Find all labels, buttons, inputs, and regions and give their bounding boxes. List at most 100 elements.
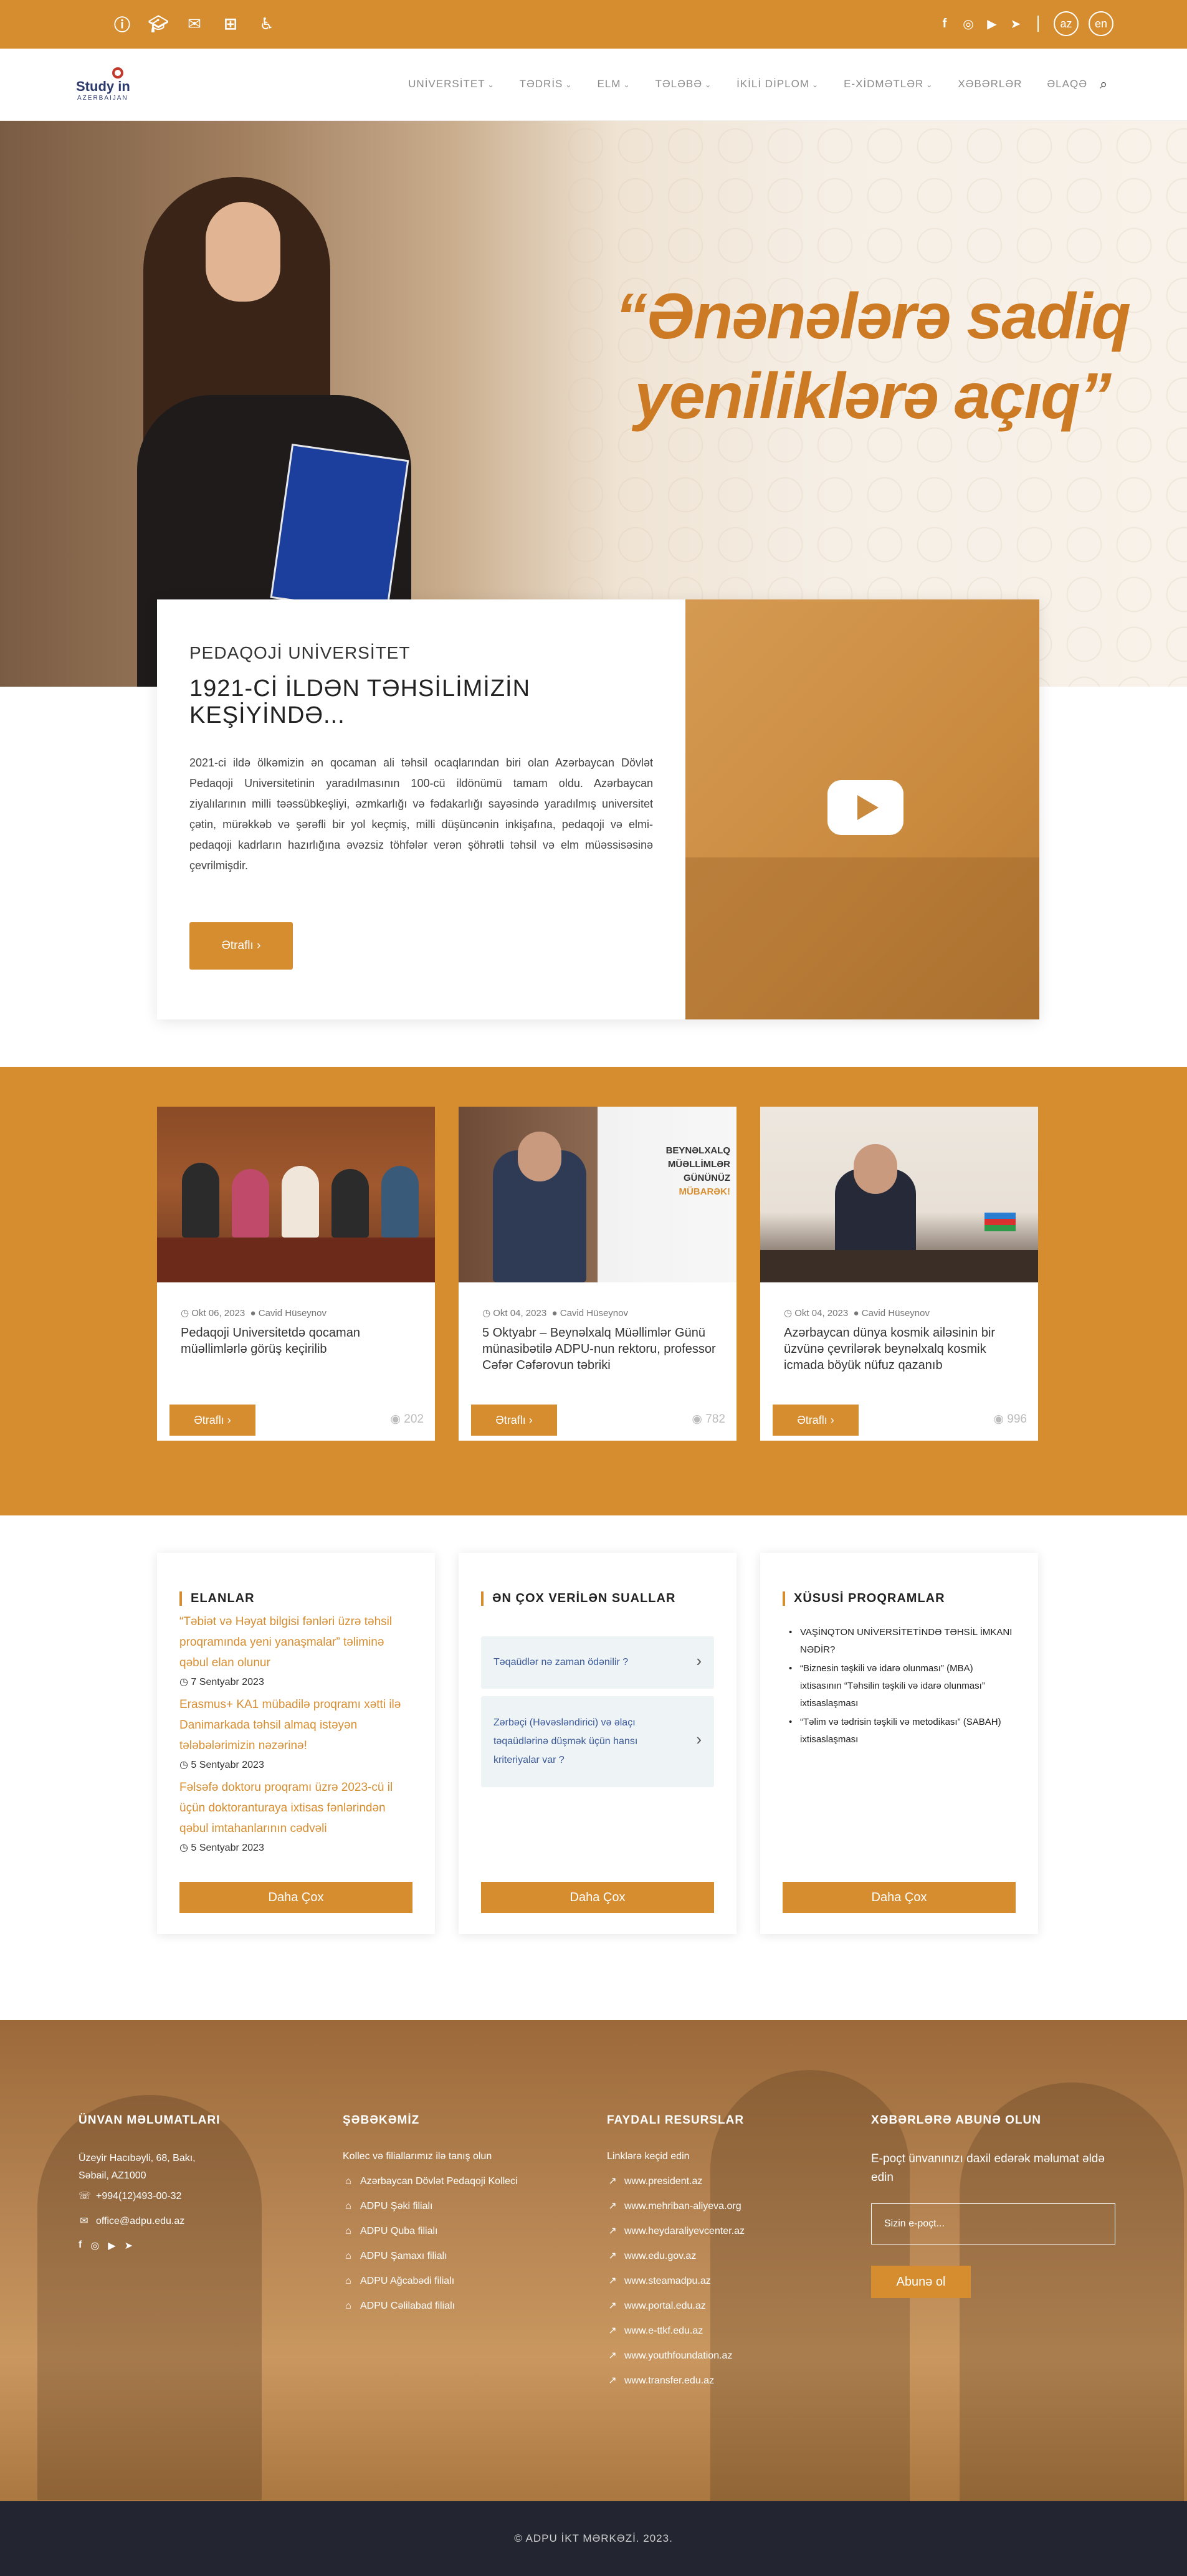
news-image-banner: BEYNƏLXALQ MÜƏLLİMLƏR GÜNÜNÜZ MÜBARƏK! — [665, 1145, 730, 1197]
network-item[interactable]: ⌂ ADPU Quba filialı — [343, 2225, 567, 2238]
nav-item-universitet[interactable]: UNİVERSİTET ⌄ — [396, 78, 507, 90]
resource-link[interactable]: ↗ www.portal.edu.az — [607, 2299, 831, 2313]
facebook-icon[interactable]: f — [79, 2240, 82, 2252]
info-icon[interactable]: ⓘ — [111, 12, 133, 35]
network-item[interactable]: ⌂ ADPU Ağcabədi filialı — [343, 2274, 567, 2288]
news-title[interactable]: Azərbaycan dünya kosmik ailəsinin bir üz… — [784, 1325, 1021, 1373]
resource-link[interactable]: ↗ www.transfer.edu.az — [607, 2374, 831, 2388]
news-card[interactable]: ◷ Okt 06, 2023 ● Cavid Hüseynov Pedaqoji… — [157, 1107, 435, 1441]
chevron-down-icon: ⌄ — [812, 80, 819, 89]
instagram-icon[interactable]: ◎ — [961, 16, 975, 32]
program-link[interactable]: “Biznesin təşkili və idarə olunması” (MB… — [783, 1660, 1016, 1712]
announcements-more-button[interactable]: Daha Çox — [179, 1882, 412, 1913]
announcement-date: ◷ 5 Sentyabr 2023 — [179, 1843, 264, 1853]
youtube-icon[interactable]: ▶ — [985, 16, 999, 32]
nav-item-label: İKİLİ DİPLOM — [737, 78, 809, 90]
resource-link[interactable]: ↗ www.heydaraliyevcenter.az — [607, 2225, 831, 2238]
news-image[interactable] — [760, 1107, 1038, 1282]
nav-item-xeberler[interactable]: XƏBƏRLƏR — [945, 78, 1034, 90]
nav-item-e-xidmetler[interactable]: E-XİDMƏTLƏR ⌄ — [831, 78, 945, 90]
telegram-icon[interactable]: ➤ — [125, 2240, 133, 2252]
news-more-button[interactable]: Ətraflı › — [773, 1405, 859, 1436]
language-az[interactable]: az — [1054, 11, 1079, 36]
news-image[interactable]: BEYNƏLXALQ MÜƏLLİMLƏR GÜNÜNÜZ MÜBARƏK! — [459, 1107, 737, 1282]
programs-more-button[interactable]: Daha Çox — [783, 1882, 1016, 1913]
facebook-icon[interactable]: f — [938, 17, 951, 31]
announcement-link[interactable]: “Təbiət və Həyat bilgisi fənləri üzrə tə… — [179, 1611, 412, 1673]
nav-item-telebe[interactable]: TƏLƏBƏ ⌄ — [643, 78, 725, 90]
chevron-down-icon: ⌄ — [926, 80, 933, 89]
announcement-link[interactable]: Fəlsəfə doktoru proqramı üzrə 2023-cü il… — [179, 1777, 412, 1839]
subscribe-email-input[interactable] — [871, 2203, 1115, 2244]
news-title[interactable]: 5 Oktyabr – Beynəlxalq Müəllimlər Günü m… — [482, 1325, 719, 1373]
resource-link[interactable]: ↗ www.steamadpu.az — [607, 2274, 831, 2288]
address-text: Üzeyir Hacıbəyli, 68, Bakı, Səbail, AZ10… — [79, 2153, 196, 2181]
resource-link[interactable]: ↗ www.mehriban-aliyeva.org — [607, 2200, 831, 2213]
youtube-icon[interactable]: ▶ — [108, 2240, 115, 2252]
university-icon: ⌂ — [345, 2176, 351, 2187]
network-item[interactable]: ⌂ Azərbaycan Dövlət Pedaqoji Kolleci — [343, 2175, 567, 2188]
network-item[interactable]: ⌂ ADPU Şamaxı filialı — [343, 2249, 567, 2263]
news-title[interactable]: Pedaqoji Universitetdə qocaman müəllimlə… — [181, 1325, 417, 1357]
resource-link[interactable]: ↗ www.youthfoundation.az — [607, 2349, 831, 2363]
network-item[interactable]: ⌂ ADPU Şəki filialı — [343, 2200, 567, 2213]
faq-more-button[interactable]: Daha Çox — [481, 1882, 714, 1913]
news-meta: ◷ Okt 06, 2023 ● Cavid Hüseynov — [181, 1307, 327, 1319]
play-icon[interactable] — [827, 780, 903, 835]
video-thumbnail[interactable] — [685, 599, 1039, 1019]
language-en[interactable]: en — [1089, 11, 1113, 36]
faq-item[interactable]: Təqaüdlər nə zaman ödənilir ? › — [481, 1636, 714, 1689]
envelope-icon[interactable]: ✉ — [183, 12, 206, 35]
search-icon[interactable]: ⌕ — [1100, 76, 1117, 92]
about-more-button[interactable]: Ətraflı › — [189, 922, 293, 970]
nav-item-label: TƏLƏBƏ — [655, 78, 703, 90]
university-icon: ⌂ — [345, 2226, 351, 2236]
nav-item-elaqe[interactable]: ƏLAQƏ — [1034, 78, 1100, 90]
nav-menu: UNİVERSİTET ⌄ TƏDRİS ⌄ ELM ⌄ TƏLƏBƏ ⌄ İKİLİ … — [396, 76, 1117, 92]
external-link-icon: ↗ — [608, 2350, 617, 2361]
nav-item-tedris[interactable]: TƏDRİS ⌄ — [507, 78, 585, 90]
resource-link[interactable]: ↗ www.edu.gov.az — [607, 2249, 831, 2263]
about-text: PEDAQOJİ UNİVERSİTET 1921-Cİ İLDƏN TƏHSİ… — [189, 643, 653, 876]
nav-item-label: ELM — [597, 78, 621, 90]
announcement-date: ◷ 7 Sentyabr 2023 — [179, 1677, 264, 1687]
email-address[interactable]: office@adpu.edu.az — [96, 2215, 184, 2228]
announcement-link[interactable]: Erasmus+ KA1 mübadilə proqramı xətti ilə… — [179, 1694, 412, 1756]
eye-icon: ◉ — [390, 1413, 401, 1426]
network-item[interactable]: ⌂ ADPU Cəlilabad filialı — [343, 2299, 567, 2313]
news-meta: ◷ Okt 04, 2023 ● Cavid Hüseynov — [482, 1307, 628, 1319]
faq-question: Zərbəçi (Həvəsləndirici) və əlaçı təqaüd… — [493, 1717, 638, 1765]
phone-number[interactable]: +994(12)493-00-32 — [96, 2190, 181, 2203]
user-icon: ● — [250, 1308, 256, 1319]
resource-link[interactable]: ↗ www.president.az — [607, 2175, 831, 2188]
faq-item[interactable]: Zərbəçi (Həvəsləndirici) və əlaçı təqaüd… — [481, 1696, 714, 1787]
accessibility-icon[interactable]: ♿︎ — [255, 12, 278, 35]
sitemap-icon[interactable]: ⊞ — [219, 12, 242, 35]
program-link[interactable]: “Təlim və tədrisin təşkili və metodikası… — [783, 1714, 1016, 1748]
subscribe-button[interactable]: Abunə ol — [871, 2266, 971, 2298]
news-more-button[interactable]: Ətraflı › — [471, 1405, 557, 1436]
nav-item-elm[interactable]: ELM ⌄ — [584, 78, 642, 90]
news-card[interactable]: BEYNƏLXALQ MÜƏLLİMLƏR GÜNÜNÜZ MÜBARƏK! ◷… — [459, 1107, 737, 1441]
subscribe-text: E-poçt ünvanınızı daxil edərək məlumat ə… — [871, 2152, 1105, 2184]
telegram-icon[interactable]: ➤ — [1009, 16, 1023, 32]
footer: ÜNVAN MƏLUMATLARI Üzeyir Hacıbəyli, 68, … — [0, 2020, 1187, 2501]
program-link[interactable]: VAŞİNQTON UNİVERSİTETİNDƏ TƏHSİL İMKANI … — [783, 1624, 1016, 1659]
resource-link[interactable]: ↗ www.e-ttkf.edu.az — [607, 2324, 831, 2338]
footer-heading: ŞƏBƏKƏMİZ — [343, 2114, 420, 2127]
announcements-card: ELANLAR “Təbiət və Həyat bilgisi fənləri… — [157, 1553, 435, 1934]
clock-icon: ◷ — [179, 1760, 188, 1770]
graduation-cap-icon[interactable]: 🎓︎ — [147, 12, 169, 35]
phone-row: ☏ +994(12)493-00-32 — [79, 2190, 265, 2203]
chevron-down-icon: ⌄ — [705, 80, 712, 89]
news-image[interactable] — [157, 1107, 435, 1282]
clock-icon: ◷ — [482, 1308, 491, 1319]
news-views: ◉ 782 — [692, 1412, 725, 1426]
nav-item-ikili-diplom[interactable]: İKİLİ DİPLOM ⌄ — [724, 78, 831, 90]
instagram-icon[interactable]: ◎ — [90, 2240, 99, 2252]
news-card[interactable]: ◷ Okt 04, 2023 ● Cavid Hüseynov Azərbayc… — [760, 1107, 1038, 1441]
eye-icon: ◉ — [692, 1413, 703, 1426]
clock-icon: ◷ — [179, 1843, 188, 1853]
news-more-button[interactable]: Ətraflı › — [169, 1405, 255, 1436]
logo[interactable]: Study in AZERBAIJAN — [76, 67, 138, 102]
